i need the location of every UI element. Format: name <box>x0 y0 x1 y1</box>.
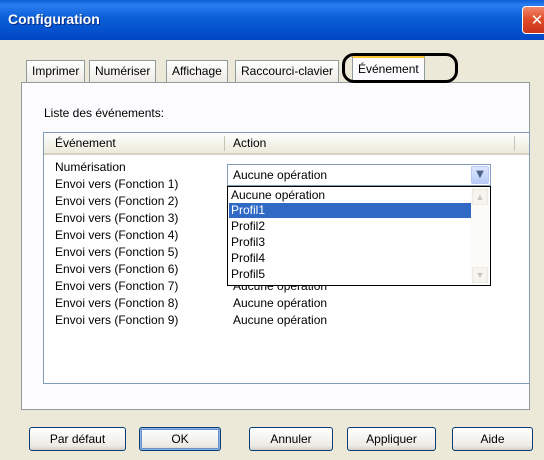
events-list-label: Liste des événements: <box>44 106 165 120</box>
chevron-down-icon[interactable]: ▼ <box>471 166 489 184</box>
event-action: Aucune opération <box>233 296 328 310</box>
column-separator[interactable] <box>224 136 225 151</box>
dropdown-scrollbar[interactable]: ▲ ▼ <box>471 188 489 284</box>
tab-numeriser[interactable]: Numériser <box>89 60 157 82</box>
button-label: Aide <box>480 432 505 446</box>
event-name: Envoi vers (Fonction 1) <box>55 177 179 191</box>
event-name: Envoi vers (Fonction 6) <box>55 262 179 276</box>
event-action: Aucune opération <box>233 313 328 327</box>
event-name: Envoi vers (Fonction 8) <box>55 296 179 310</box>
cancel-button[interactable]: Annuler <box>249 427 333 451</box>
dropdown-option[interactable]: Aucune opération <box>229 188 471 203</box>
help-button[interactable]: Aide <box>452 427 533 451</box>
column-header-action[interactable]: Action <box>233 136 266 150</box>
column-separator[interactable] <box>514 136 515 151</box>
dropdown-option[interactable]: Profil2 <box>229 219 471 234</box>
button-label: Annuler <box>270 432 312 446</box>
tab-raccourci-clavier[interactable]: Raccourci-clavier <box>235 60 340 82</box>
action-dropdown-list[interactable]: Aucune opération Profil1 Profil2 Profil3… <box>227 186 491 286</box>
ok-button[interactable]: OK <box>139 427 221 451</box>
event-name: Envoi vers (Fonction 5) <box>55 245 179 259</box>
window-title: Configuration <box>8 11 100 27</box>
tab-label: Affichage <box>172 64 222 78</box>
scroll-down-icon[interactable]: ▼ <box>472 267 488 283</box>
event-name: Envoi vers (Fonction 4) <box>55 228 179 242</box>
apply-button[interactable]: Appliquer <box>347 427 436 451</box>
button-label: Appliquer <box>366 432 417 446</box>
event-name: Numérisation <box>55 160 126 174</box>
tab-imprimer[interactable]: Imprimer <box>26 60 86 82</box>
event-name: Envoi vers (Fonction 2) <box>55 194 179 208</box>
tab-label: Numériser <box>95 64 151 78</box>
close-icon[interactable]: ✕ <box>522 6 544 34</box>
tab-highlight-ring <box>342 53 458 83</box>
tab-label: Imprimer <box>32 64 80 78</box>
button-label: OK <box>171 432 189 446</box>
default-button[interactable]: Par défaut <box>29 427 126 451</box>
tab-label: Raccourci-clavier <box>241 64 334 78</box>
combobox-value: Aucune opération <box>233 168 328 182</box>
action-combobox[interactable]: Aucune opération ▼ <box>227 164 491 186</box>
scroll-up-icon[interactable]: ▲ <box>472 189 488 205</box>
table-row[interactable]: Envoi vers (Fonction 9) Aucune opération <box>44 313 529 329</box>
dropdown-option[interactable]: Profil3 <box>229 235 471 250</box>
event-name: Envoi vers (Fonction 3) <box>55 211 179 225</box>
tab-affichage[interactable]: Affichage <box>166 60 228 82</box>
table-row[interactable]: Envoi vers (Fonction 8) Aucune opération <box>44 296 529 312</box>
dropdown-option[interactable]: Profil5 <box>229 267 471 282</box>
event-name: Envoi vers (Fonction 7) <box>55 279 179 293</box>
button-label: Par défaut <box>49 432 106 446</box>
dropdown-option[interactable]: Profil4 <box>229 251 471 266</box>
configuration-dialog: Configuration ✕ Imprimer Numériser Affic… <box>0 0 544 460</box>
event-name: Envoi vers (Fonction 9) <box>55 313 179 327</box>
title-bar: Configuration ✕ <box>0 0 544 40</box>
column-header-event[interactable]: Événement <box>55 136 116 150</box>
list-header: Événement Action <box>44 133 529 155</box>
dropdown-option-selected[interactable]: Profil1 <box>229 203 471 218</box>
